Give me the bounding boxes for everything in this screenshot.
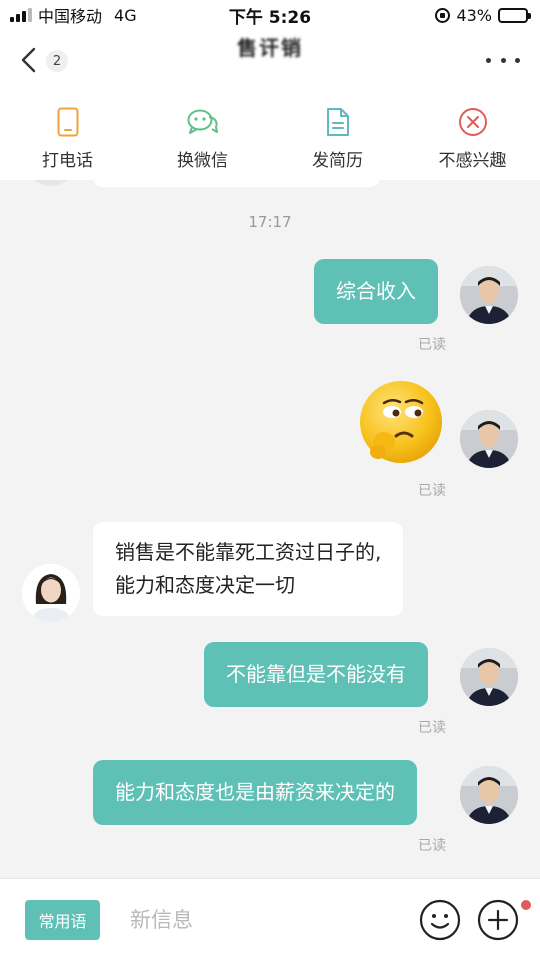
avatar-me (460, 410, 518, 468)
not-interested-button[interactable]: 不感兴趣 (405, 90, 540, 180)
message-bubble-me[interactable]: 不能靠但是不能没有 (204, 642, 428, 707)
message-line: 能力和态度决定一切 (115, 573, 295, 597)
avatar-me (460, 266, 518, 324)
not-interested-label: 不感兴趣 (438, 151, 507, 171)
wechat-icon (187, 106, 219, 138)
status-bar: 中国移动 4G 下午 5:26 43% (0, 0, 540, 30)
swap-wechat-label: 换微信 (177, 151, 228, 171)
more-dot (515, 57, 520, 63)
resume-icon (322, 106, 354, 138)
call-action-button[interactable]: 打电话 (0, 90, 135, 180)
avatar-other (22, 564, 80, 622)
rotation-lock-icon (435, 7, 451, 23)
message-bubble-me[interactable]: 能力和态度也是由薪资来决定的 (93, 760, 417, 825)
call-action-label: 打电话 (42, 151, 93, 171)
thinking-emoji-icon[interactable] (358, 380, 444, 466)
message-bubble-clipped (93, 180, 380, 187)
battery-percent: 43% (456, 5, 492, 25)
phone-icon (52, 106, 84, 138)
plus-circle-icon (477, 899, 519, 941)
send-resume-button[interactable]: 发简历 (270, 90, 405, 180)
chat-header: 2 售讦销 (0, 30, 540, 90)
message-bubble-me[interactable]: 综合收入 (314, 259, 438, 324)
message-input[interactable] (118, 899, 398, 941)
action-bar: 打电话 换微信 发简历 不感兴趣 (0, 90, 540, 180)
message-bubble-other[interactable]: 销售是不能靠死工资过日子的, 能力和态度决定一切 (93, 522, 404, 616)
message-line: 销售是不能靠死工资过日子的, (115, 540, 382, 564)
more-dot (500, 57, 506, 63)
read-receipt: 已读 (418, 337, 446, 353)
read-receipt: 已读 (418, 838, 446, 854)
common-phrases-button[interactable]: 常用语 (25, 900, 100, 940)
network-type: 4G (114, 5, 137, 25)
close-circle-icon (457, 106, 489, 138)
carrier-name: 中国移动 (38, 7, 103, 26)
swap-wechat-button[interactable]: 换微信 (135, 90, 270, 180)
status-right: 43% (435, 5, 531, 25)
avatar-other-clipped (26, 180, 76, 186)
avatar-me (460, 766, 518, 824)
read-receipt: 已读 (418, 720, 446, 736)
status-left: 中国移动 4G (10, 3, 137, 27)
avatar-me (460, 648, 518, 706)
smiley-icon (419, 899, 461, 941)
emoji-button[interactable] (419, 899, 461, 941)
more-dot (486, 57, 491, 63)
more-button[interactable] (486, 52, 520, 68)
chat-area[interactable]: 17:17 综合收入 已读 已读 销售是不能靠死工资过日子的, 能力和态度决定一… (0, 180, 540, 878)
more-actions-button[interactable] (477, 899, 519, 941)
signal-icon (10, 8, 32, 22)
send-resume-label: 发简历 (312, 151, 363, 171)
read-receipt: 已读 (418, 483, 446, 499)
chat-title: 售讦销 (237, 36, 303, 60)
notification-dot (521, 900, 531, 910)
message-timestamp: 17:17 (248, 213, 292, 231)
battery-icon (498, 7, 531, 23)
